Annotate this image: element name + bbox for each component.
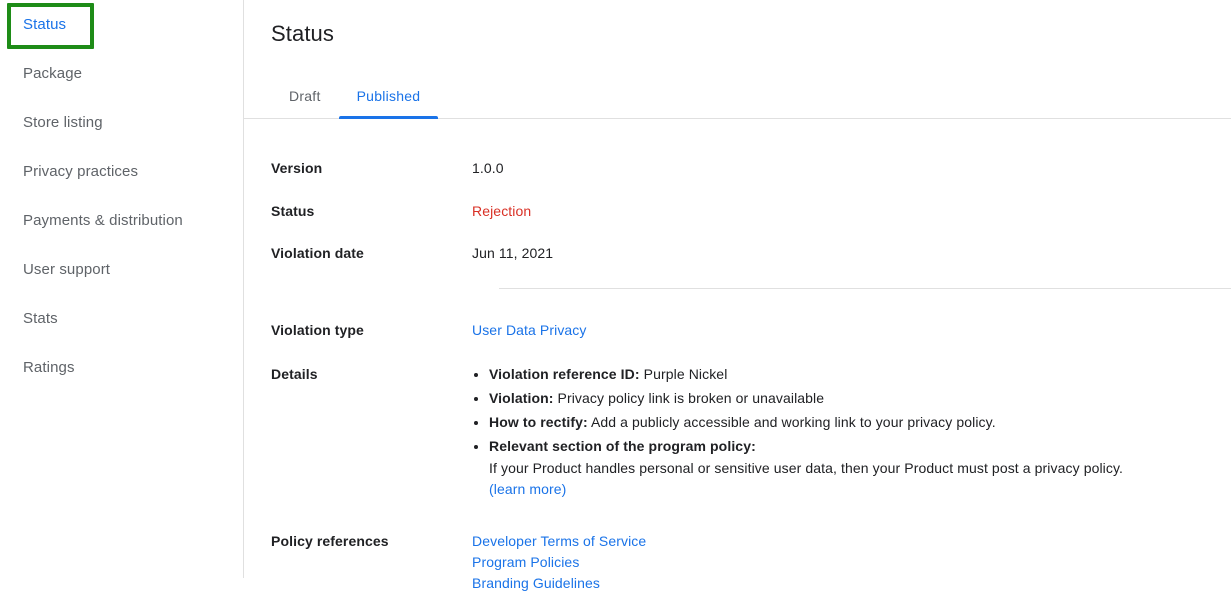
row-label-violation-date: Violation date	[271, 245, 364, 261]
sidebar-item-user-support[interactable]: User support	[0, 245, 243, 294]
list-item: Relevant section of the program policy: …	[489, 436, 1223, 500]
bullet-text: Privacy policy link is broken or unavail…	[553, 390, 825, 406]
row-label-version: Version	[271, 160, 323, 176]
row-value-details: Violation reference ID: Purple Nickel Vi…	[472, 364, 1231, 503]
sidebar-nav-list: Status Package Store listing Privacy pra…	[0, 0, 243, 392]
bullet-text: Add a publicly accessible and working li…	[587, 414, 996, 430]
sidebar-item-ratings[interactable]: Ratings	[0, 343, 243, 392]
bullet-term: Violation:	[489, 390, 554, 406]
sidebar-item-payments-distribution[interactable]: Payments & distribution	[0, 196, 243, 245]
list-item: How to rectify: Add a publicly accessibl…	[489, 412, 1223, 433]
learn-more-wrapper: (learn more)	[489, 479, 1223, 500]
policy-reference-links: Developer Terms of Service Program Polic…	[472, 531, 1231, 594]
row-label-details: Details	[271, 366, 318, 382]
status-details: Version 1.0.0 Status Rejection Violation…	[244, 158, 1231, 594]
row-label-status: Status	[271, 203, 315, 219]
bullet-term: Relevant section of the program policy:	[489, 438, 756, 454]
list-item: Violation reference ID: Purple Nickel	[489, 364, 1223, 385]
sidebar-item-label: Ratings	[23, 359, 75, 376]
sidebar-item-store-listing[interactable]: Store listing	[0, 98, 243, 147]
bullet-sub-text: If your Product handles personal or sens…	[489, 460, 1124, 476]
sidebar: Status Package Store listing Privacy pra…	[0, 0, 244, 578]
bullet-term: Violation reference ID:	[489, 366, 640, 382]
sidebar-item-privacy-practices[interactable]: Privacy practices	[0, 147, 243, 196]
sidebar-item-label: Payments & distribution	[23, 212, 183, 229]
bullet-text: Purple Nickel	[639, 366, 728, 382]
row-value-version: 1.0.0	[472, 160, 504, 176]
tab-published[interactable]: Published	[338, 88, 439, 119]
row-status: Status Rejection	[244, 201, 1231, 221]
tab-bar: Draft Published	[244, 73, 1231, 119]
sidebar-item-label: Store listing	[23, 114, 103, 131]
policy-link-developer-terms[interactable]: Developer Terms of Service	[472, 531, 1223, 552]
sidebar-item-label: User support	[23, 261, 111, 278]
details-bullet-list: Violation reference ID: Purple Nickel Vi…	[472, 364, 1223, 500]
row-details: Details Violation reference ID: Purple N…	[244, 364, 1231, 503]
list-item: Violation: Privacy policy link is broken…	[489, 388, 1223, 409]
app-root: Status Package Store listing Privacy pra…	[0, 0, 1231, 591]
sidebar-item-status[interactable]: Status	[0, 0, 243, 49]
tab-label: Published	[356, 88, 421, 104]
row-policy-references: Policy references Developer Terms of Ser…	[244, 531, 1231, 594]
tab-draft[interactable]: Draft	[271, 88, 339, 118]
sidebar-item-package[interactable]: Package	[0, 49, 243, 98]
row-value-violation-type: User Data Privacy	[472, 320, 1231, 340]
tab-label: Draft	[289, 88, 321, 104]
row-violation-date: Violation date Jun 11, 2021	[244, 243, 1231, 263]
row-violation-type: Violation type User Data Privacy	[244, 320, 1231, 340]
sidebar-item-stats[interactable]: Stats	[0, 294, 243, 343]
status-badge: Rejection	[472, 203, 532, 219]
learn-more-link[interactable]: (learn more)	[489, 481, 566, 497]
row-value-violation-date: Jun 11, 2021	[472, 245, 554, 261]
row-label-violation-type: Violation type	[271, 322, 364, 338]
sidebar-item-label: Package	[23, 65, 83, 82]
sidebar-item-label: Stats	[23, 310, 58, 327]
section-divider	[499, 288, 1231, 289]
bullet-term: How to rectify:	[489, 414, 588, 430]
page-title: Status	[271, 21, 334, 46]
policy-link-branding-guidelines[interactable]: Branding Guidelines	[472, 573, 1223, 594]
row-version: Version 1.0.0	[244, 158, 1231, 178]
violation-type-link[interactable]: User Data Privacy	[472, 322, 587, 338]
sidebar-item-label: Privacy practices	[23, 163, 139, 180]
main-content: Status Draft Published Version 1.0.0 Sta…	[244, 0, 1231, 591]
sidebar-item-label: Status	[23, 16, 67, 33]
row-label-policy-references: Policy references	[271, 533, 389, 549]
policy-link-program-policies[interactable]: Program Policies	[472, 552, 1223, 573]
